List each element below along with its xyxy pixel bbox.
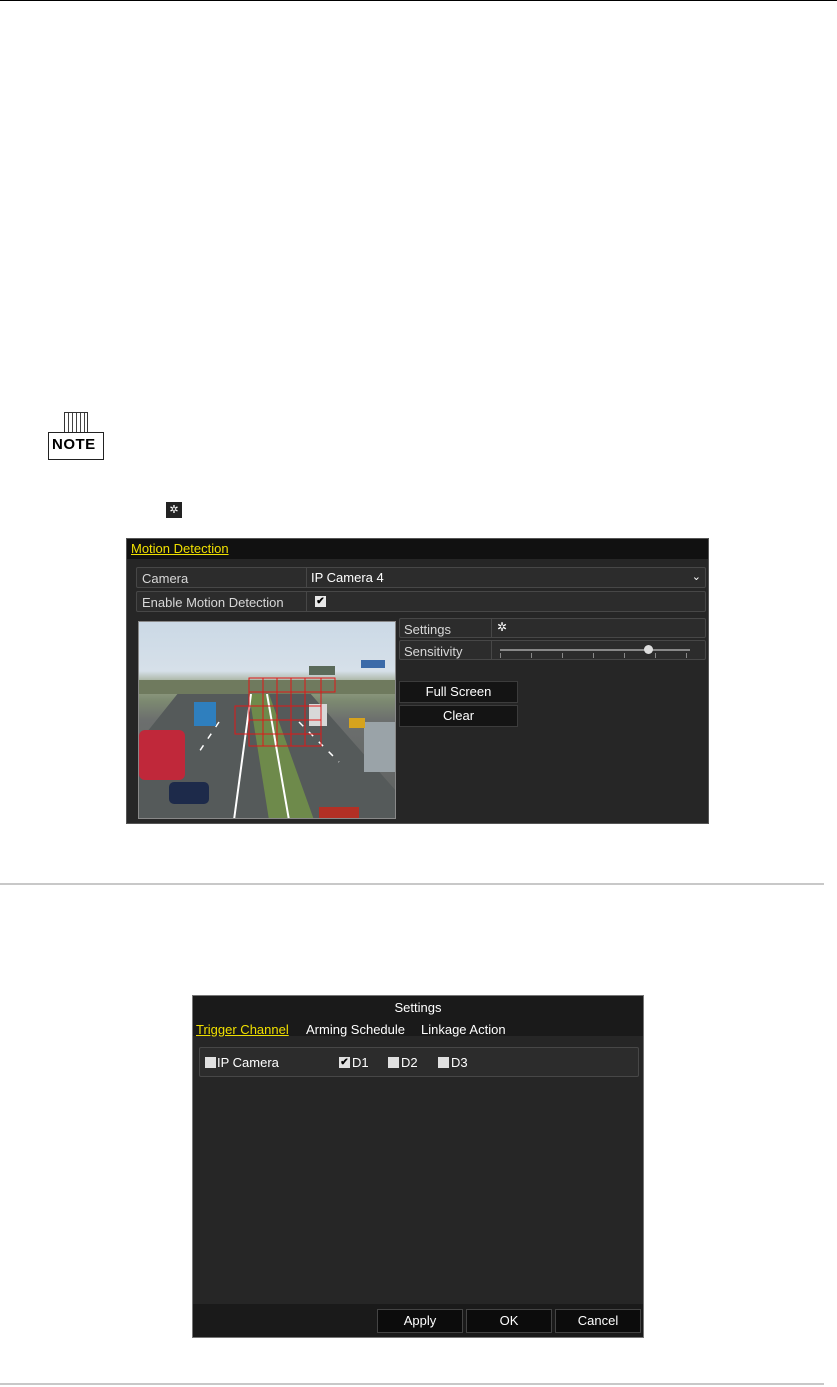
d3-checkbox[interactable]: [438, 1057, 449, 1068]
tab-arming-schedule[interactable]: Arming Schedule: [306, 1022, 405, 1037]
dialog-title: Settings: [394, 1000, 442, 1015]
settings-dialog: Settings Trigger Channel Arming Schedule…: [192, 995, 644, 1338]
apply-button[interactable]: Apply: [377, 1309, 463, 1333]
note-icon: NOTE: [48, 412, 104, 460]
sensitivity-row: Sensitivity: [399, 640, 706, 660]
section-divider: [0, 883, 824, 885]
ip-camera-checkbox[interactable]: [205, 1057, 216, 1068]
d2-label: D2: [401, 1055, 418, 1070]
sensitivity-slider[interactable]: [500, 645, 690, 654]
bottom-divider: [0, 1383, 824, 1385]
d1-checkbox[interactable]: ✔: [339, 1057, 350, 1068]
top-rule: [0, 0, 837, 1]
sensitivity-label: Sensitivity: [404, 644, 463, 659]
ip-camera-label: IP Camera: [217, 1055, 279, 1070]
tab-trigger-channel[interactable]: Trigger Channel: [196, 1022, 289, 1037]
d2-checkbox[interactable]: [388, 1057, 399, 1068]
tab-linkage-action[interactable]: Linkage Action: [421, 1022, 506, 1037]
d3-label: D3: [451, 1055, 468, 1070]
enable-motion-label: Enable Motion Detection: [142, 595, 284, 610]
settings-row: Settings ✲: [399, 618, 706, 638]
ok-button[interactable]: OK: [466, 1309, 552, 1333]
camera-preview[interactable]: [138, 621, 396, 819]
d1-label: D1: [352, 1055, 369, 1070]
enable-row: Enable Motion Detection ✔: [136, 591, 706, 612]
clear-button[interactable]: Clear: [399, 705, 518, 727]
channel-row: IP Camera ✔ D1 D2 D3: [199, 1047, 639, 1077]
motion-detection-tab[interactable]: Motion Detection: [131, 541, 229, 556]
cancel-button[interactable]: Cancel: [555, 1309, 641, 1333]
full-screen-button[interactable]: Full Screen: [399, 681, 518, 703]
hand-icon: [64, 412, 88, 433]
camera-select[interactable]: IP Camera 4: [311, 570, 384, 585]
settings-gear-icon[interactable]: ✲: [497, 620, 507, 634]
note-label: NOTE: [52, 436, 96, 453]
camera-label: Camera: [142, 571, 189, 586]
camera-row[interactable]: Camera IP Camera 4 ⌄: [136, 567, 706, 588]
settings-gear-icon: ✲: [166, 502, 182, 518]
motion-detection-window: Motion Detection Camera IP Camera 4 ⌄ En…: [126, 538, 709, 824]
slider-ticks: [500, 653, 690, 658]
enable-motion-checkbox[interactable]: ✔: [315, 596, 326, 607]
chevron-down-icon[interactable]: ⌄: [692, 570, 701, 583]
dialog-footer: Apply OK Cancel: [193, 1304, 643, 1337]
settings-label: Settings: [404, 622, 451, 637]
